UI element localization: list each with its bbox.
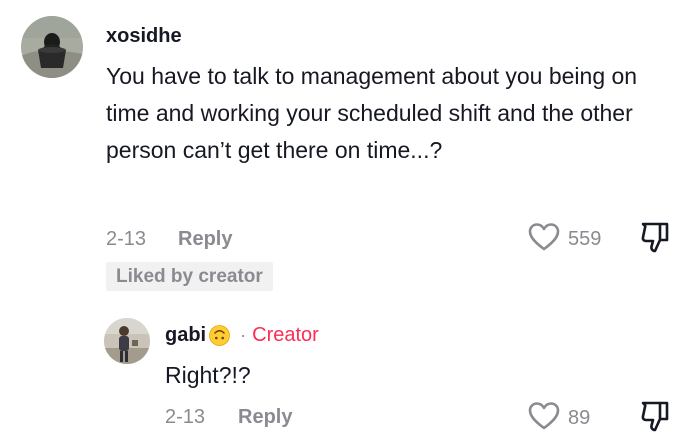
reply-text: Right?!? xyxy=(165,362,251,388)
commenter-username[interactable]: xosidhe xyxy=(106,25,182,48)
commenter-avatar[interactable] xyxy=(21,16,83,78)
like-count: 559 xyxy=(568,228,602,250)
comment-date: 2-13 xyxy=(106,228,147,250)
reply-reply-button[interactable]: Reply xyxy=(238,406,292,429)
reply-header: gabi · Creator xyxy=(165,324,319,347)
creator-label: Creator xyxy=(252,324,319,346)
thumbs-down-outline-icon xyxy=(640,401,670,437)
heart-outline-icon xyxy=(528,222,560,257)
reply-date: 2-13 xyxy=(165,406,206,428)
heart-outline-icon xyxy=(528,401,560,436)
upside-down-face-emoji-icon xyxy=(209,325,231,346)
reply-like-count: 89 xyxy=(568,407,591,429)
reply-button[interactable]: Reply xyxy=(178,228,232,251)
reply-like-button[interactable]: 89 xyxy=(528,401,590,436)
comment-text: You have to talk to management about you… xyxy=(106,63,638,163)
like-button[interactable]: 559 xyxy=(528,222,601,257)
liked-by-creator-badge: Liked by creator xyxy=(106,262,273,291)
reply-username[interactable]: gabi xyxy=(165,324,206,347)
separator-dot: · xyxy=(240,325,247,345)
dislike-button[interactable] xyxy=(640,220,670,259)
reply-dislike-button[interactable] xyxy=(640,399,670,438)
thumbs-down-outline-icon xyxy=(640,222,670,258)
reply-avatar[interactable] xyxy=(104,318,150,364)
